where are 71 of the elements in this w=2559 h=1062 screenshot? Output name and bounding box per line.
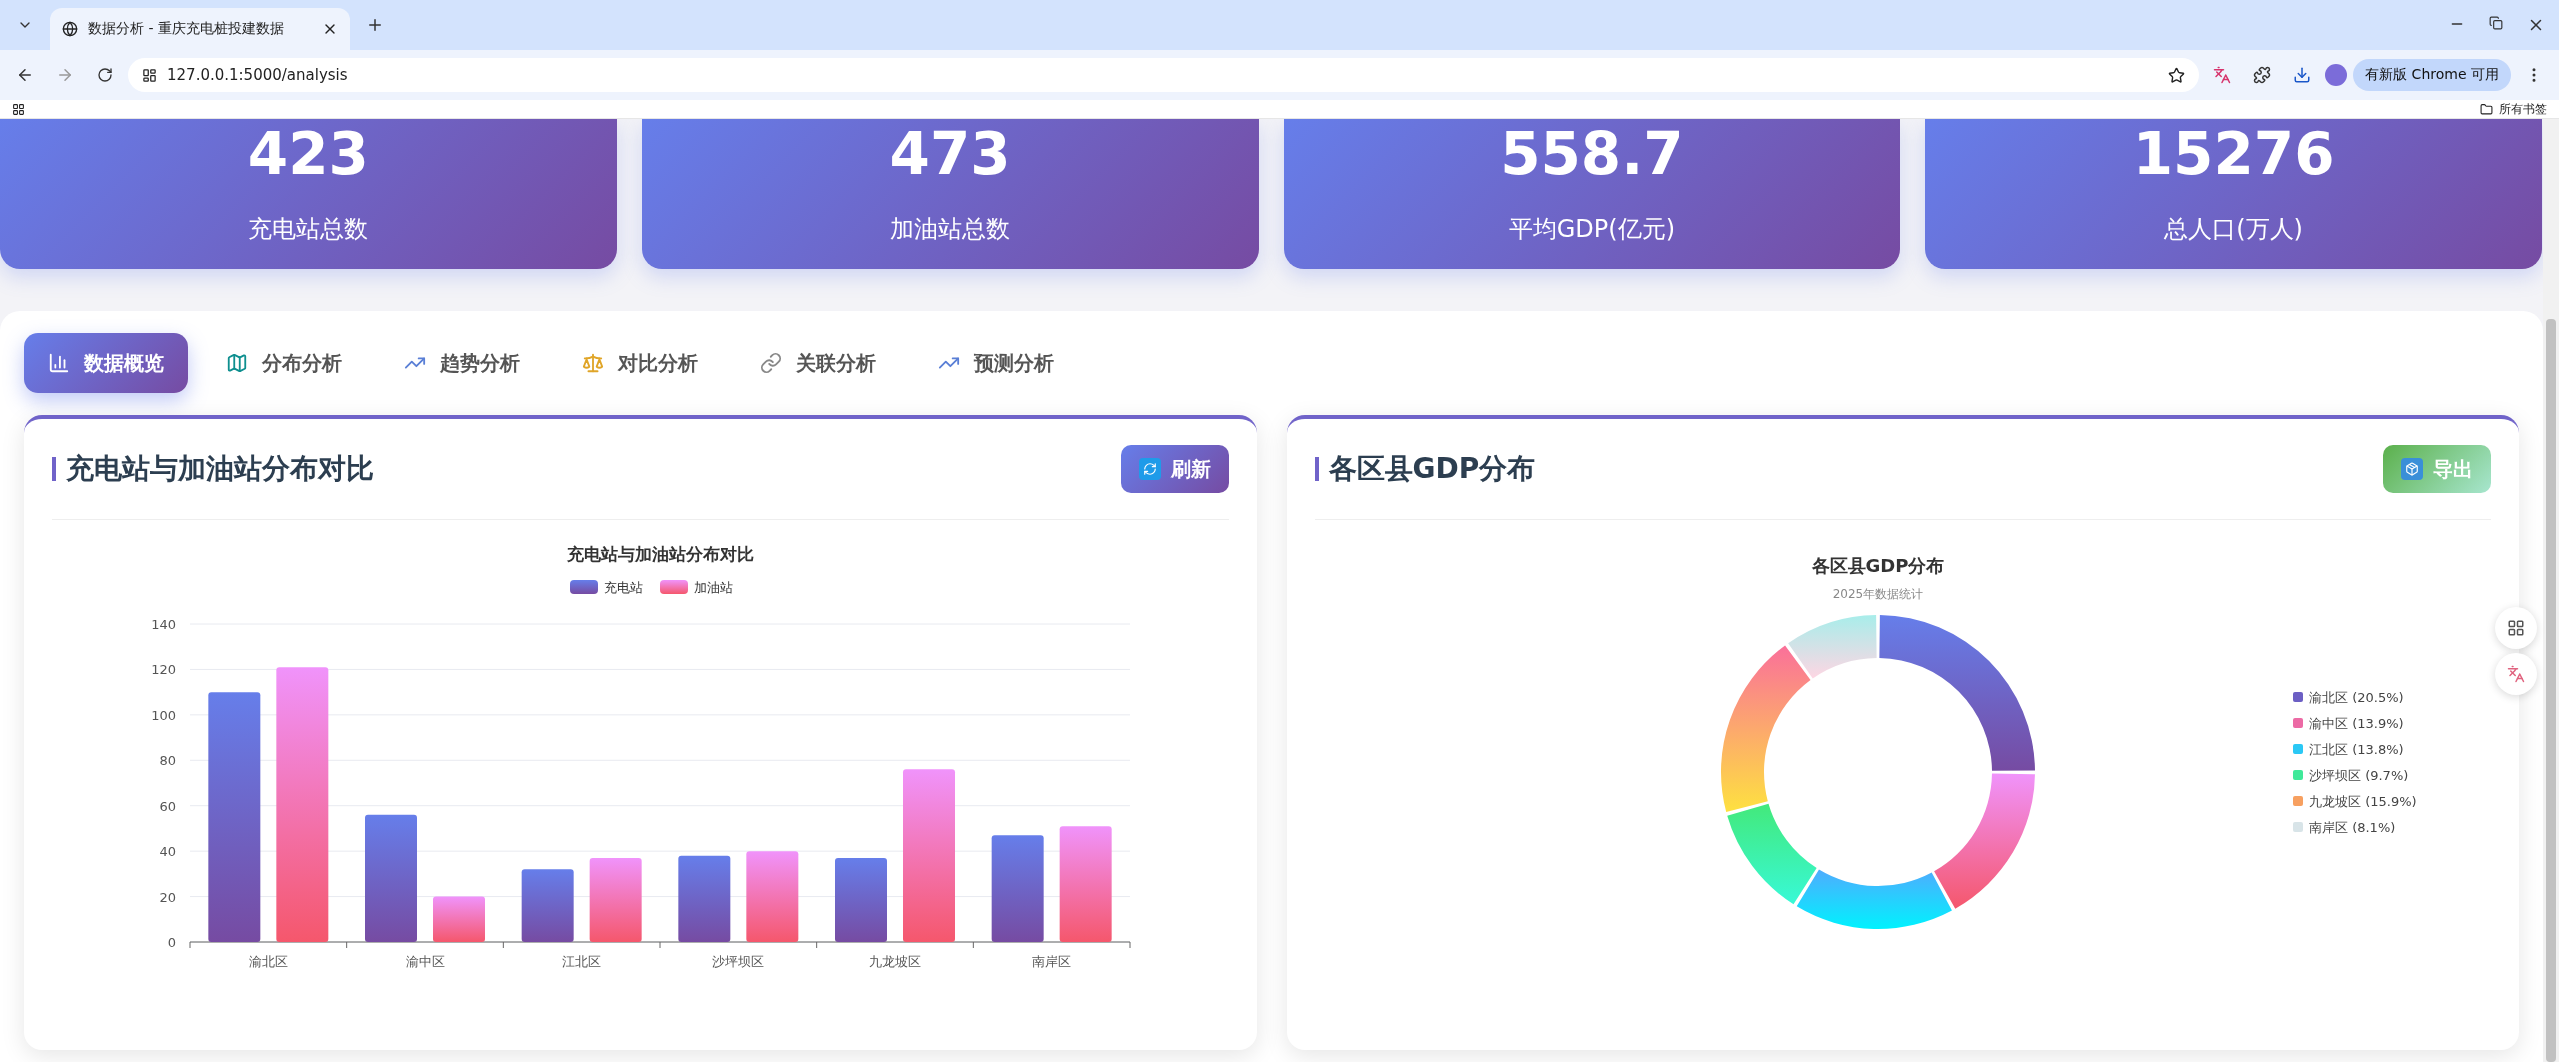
translate-icon (2507, 665, 2525, 683)
axis-label: 渝北区 (249, 954, 289, 969)
extension-icon[interactable] (2213, 66, 2232, 84)
axis-label: 江北区 (562, 954, 602, 969)
stat-label: 平均GDP(亿元) (1508, 214, 1675, 245)
legend-label: 充电站 (604, 580, 644, 595)
reload-icon[interactable] (97, 67, 113, 83)
stat-value: 15276 (2132, 125, 2335, 183)
legend-item[interactable]: 加油站 (660, 580, 734, 595)
legend-label: 南岸区 (8.1%) (2308, 820, 2396, 835)
legend-item[interactable]: 渝北区 (20.5%) (2292, 690, 2404, 705)
chart-title: 各区县GDP分布 (1811, 555, 1945, 576)
axis-label: 120 (151, 662, 177, 678)
tab[interactable]: 分布分析 (202, 333, 366, 393)
legend-item[interactable]: 沙坪坝区 (9.7%) (2292, 768, 2409, 783)
tab[interactable]: 对比分析 (558, 333, 722, 393)
axis-label: 0 (167, 935, 177, 950)
site-info-icon (142, 67, 157, 83)
stat-label: 加油站总数 (890, 214, 1011, 245)
box-icon (2401, 458, 2423, 480)
puzzle-icon[interactable] (2253, 66, 2272, 84)
axis-label: 20 (159, 889, 177, 905)
download-icon[interactable] (2293, 66, 2312, 84)
refresh-icon (1138, 458, 1161, 480)
plus-icon[interactable] (366, 16, 384, 34)
tab[interactable]: 关联分析 (736, 333, 900, 393)
legend-item[interactable]: 充电站 (570, 580, 644, 595)
axis-label: 40 (159, 844, 177, 860)
chart-title: 充电站与加油站分布对比 (566, 544, 754, 564)
bar-chart-icon (48, 352, 70, 374)
stat-value: 473 (889, 125, 1011, 183)
stat-label: 总人口(万人) (2164, 214, 2303, 245)
globe-icon (62, 21, 78, 37)
stat-value: 558.7 (1500, 125, 1684, 183)
legend-item[interactable]: 南岸区 (8.1%) (2292, 820, 2396, 835)
card-title: 各区县GDP分布 (1314, 457, 1536, 481)
axis-label: 80 (159, 753, 177, 769)
refresh-button[interactable]: 刷新 (1120, 445, 1229, 493)
axis-label: 60 (159, 798, 177, 814)
tab[interactable]: 趋势分析 (380, 333, 544, 393)
axis-label: 140 (151, 617, 177, 632)
legend-item[interactable]: 江北区 (13.8%) (2292, 742, 2404, 757)
axis-label: 100 (151, 707, 177, 723)
stat-value: 423 (247, 125, 369, 183)
tab[interactable]: 预测分析 (914, 333, 1078, 393)
star-icon[interactable] (2168, 66, 2186, 84)
axis-label: 九龙坡区 (869, 954, 922, 969)
axis-label: 渝中区 (405, 954, 445, 969)
stat-label: 充电站总数 (248, 214, 369, 245)
back-icon[interactable] (16, 66, 34, 84)
scrollbar[interactable] (2543, 119, 2559, 1062)
bar (433, 896, 486, 942)
grid-icon (2507, 619, 2525, 637)
map-icon (226, 352, 248, 374)
browser-tab[interactable]: 数据分析 - 重庆充电桩投建数据 (50, 8, 350, 50)
legend-label: 加油站 (694, 580, 734, 595)
chart-subtitle: 2025年数据统计 (1832, 587, 1923, 601)
axis-label: 沙坪坝区 (712, 954, 765, 969)
legend-item[interactable]: 九龙坡区 (15.9%) (2292, 794, 2417, 809)
profile-avatar[interactable] (2325, 64, 2348, 86)
folder-icon (2480, 102, 2493, 116)
apps-icon[interactable] (12, 102, 25, 116)
legend-item[interactable]: 渝中区 (13.9%) (2292, 716, 2404, 731)
axis-label: 南岸区 (1032, 954, 1072, 969)
scale-icon (582, 352, 604, 374)
bookmarks-folder[interactable]: 所有书签 (2499, 100, 2547, 118)
address-bar[interactable]: 127.0.0.1:5000/analysis (128, 58, 2200, 92)
link-icon (760, 352, 782, 374)
restore-icon[interactable] (2489, 16, 2503, 30)
tab[interactable]: 数据概览 (24, 333, 188, 393)
update-button[interactable]: 有新版 Chrome 可用 (2353, 59, 2511, 91)
